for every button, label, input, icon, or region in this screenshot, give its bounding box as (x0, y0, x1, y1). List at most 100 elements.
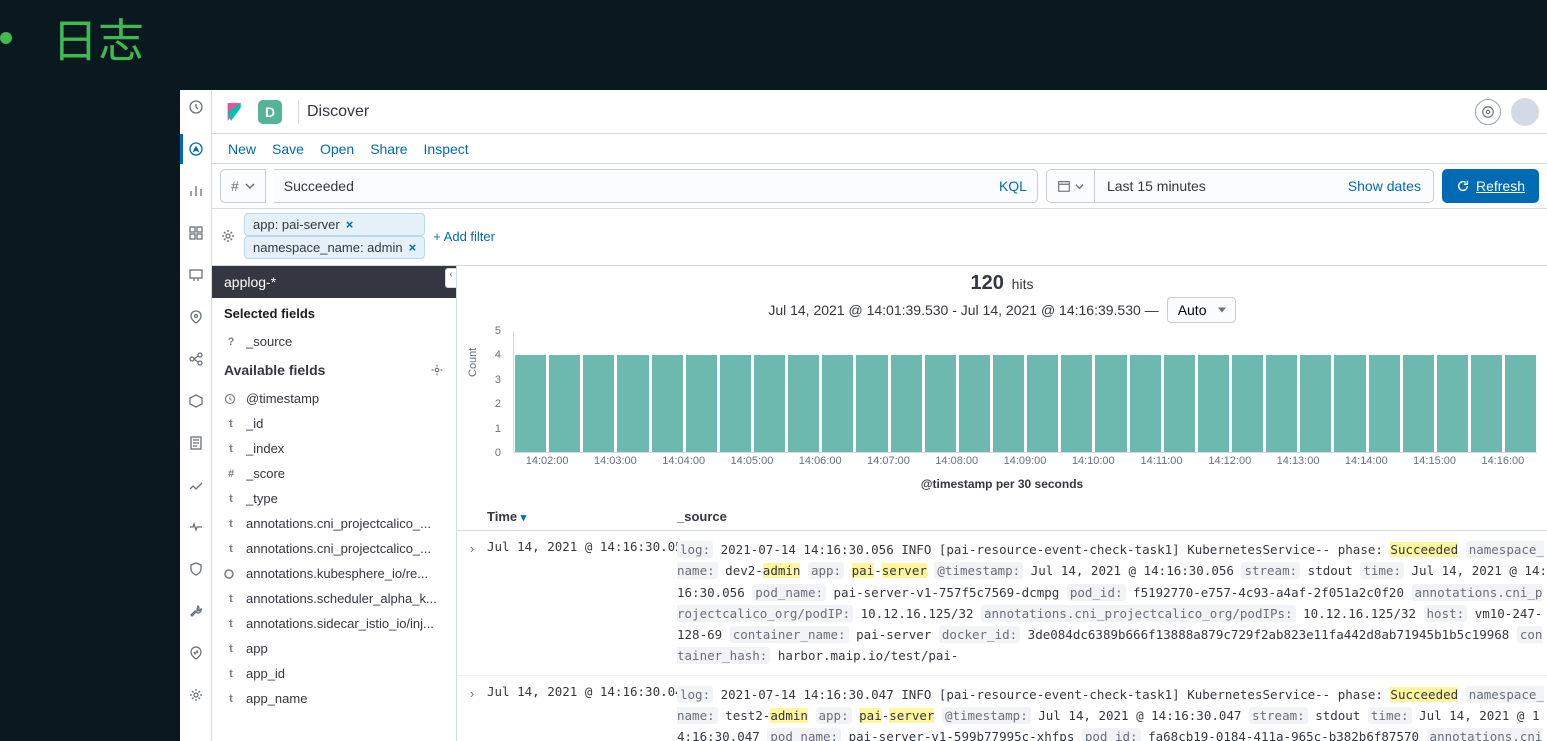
fields-settings-icon[interactable] (430, 363, 444, 377)
menu-open[interactable]: Open (320, 141, 354, 157)
ml-icon[interactable] (187, 350, 205, 368)
devtools-icon[interactable] (187, 602, 205, 620)
query-input[interactable]: Succeeded KQL (274, 169, 1038, 203)
field-item[interactable]: tannotations.cni_projectcalico_... (212, 511, 456, 536)
date-range-text: Last 15 minutes (1107, 178, 1206, 194)
field-name: app_id (246, 666, 285, 681)
field-item[interactable]: t_type (212, 486, 456, 511)
chart-bar[interactable] (925, 355, 956, 452)
show-dates-link[interactable]: Show dates (1348, 178, 1421, 194)
collapse-panel-button[interactable]: ‹ (445, 268, 457, 288)
chart-bar[interactable] (720, 355, 751, 452)
dashboard-icon[interactable] (187, 224, 205, 242)
maps-icon[interactable] (187, 308, 205, 326)
siem-icon[interactable] (187, 560, 205, 578)
menu-new[interactable]: New (228, 141, 256, 157)
canvas-icon[interactable] (187, 266, 205, 284)
chart-bar[interactable] (583, 355, 614, 452)
menu-save[interactable]: Save (272, 141, 304, 157)
chart-bar[interactable] (1369, 355, 1400, 452)
chart-bar[interactable] (1232, 355, 1263, 452)
refresh-button[interactable]: Refresh (1442, 169, 1539, 203)
query-language-select[interactable]: # (220, 169, 266, 203)
field-item[interactable]: tannotations.sidecar_istio_io/inj... (212, 611, 456, 636)
logs-icon[interactable] (187, 434, 205, 452)
monitoring-icon[interactable] (187, 644, 205, 662)
chart-bar[interactable] (1505, 355, 1536, 452)
field-item[interactable]: tapp (212, 636, 456, 661)
index-pattern-select[interactable]: applog-* (212, 266, 456, 298)
chart-bar[interactable] (1471, 355, 1502, 452)
space-badge[interactable]: D (258, 100, 282, 124)
kibana-frame: D Discover NewSaveOpenShareInspect # Suc… (180, 90, 1547, 741)
chart-bar[interactable] (1095, 355, 1126, 452)
field-item[interactable]: t_index (212, 436, 456, 461)
remove-filter-icon[interactable]: × (346, 217, 354, 232)
chart-bar[interactable] (891, 355, 922, 452)
recent-icon[interactable] (187, 98, 205, 116)
histogram-chart[interactable]: Count 012345 14:02:0014:03:0014:04:0014:… (477, 331, 1537, 471)
chart-bar[interactable] (1130, 355, 1161, 452)
chart-bar[interactable] (993, 355, 1024, 452)
uptime-icon[interactable] (187, 518, 205, 536)
newsfeed-icon[interactable] (1475, 99, 1501, 125)
field-item[interactable]: tannotations.scheduler_alpha_k... (212, 586, 456, 611)
chart-bar[interactable] (1403, 355, 1434, 452)
menu-inspect[interactable]: Inspect (424, 141, 469, 157)
chart-bar[interactable] (1164, 355, 1195, 452)
kibana-logo[interactable] (226, 103, 244, 121)
apm-icon[interactable] (187, 476, 205, 494)
management-icon[interactable] (187, 686, 205, 704)
field-item[interactable]: t_id (212, 411, 456, 436)
chart-bar[interactable] (1198, 355, 1229, 452)
discover-icon[interactable] (187, 140, 205, 158)
menu-share[interactable]: Share (370, 141, 407, 157)
chart-bar[interactable] (822, 355, 853, 452)
field-name: annotations.sidecar_istio_io/inj... (246, 616, 434, 631)
chart-bar[interactable] (1266, 355, 1297, 452)
field-item[interactable]: tapp_id (212, 661, 456, 686)
remove-filter-icon[interactable]: × (409, 240, 417, 255)
filter-pill[interactable]: app: pai-server× (244, 213, 425, 236)
chart-bar[interactable] (1061, 355, 1092, 452)
expand-row-button[interactable]: › (457, 684, 487, 701)
filter-settings-icon[interactable] (220, 228, 236, 244)
kql-label[interactable]: KQL (999, 178, 1027, 194)
chart-bar[interactable] (549, 355, 580, 452)
user-avatar[interactable] (1511, 98, 1539, 126)
chart-bar[interactable] (1300, 355, 1331, 452)
field-item[interactable]: annotations.kubesphere_io/re... (212, 561, 456, 586)
field-name: app_name (246, 691, 307, 706)
chart-bar[interactable] (617, 355, 648, 452)
field-item[interactable]: @timestamp (212, 386, 456, 411)
metrics-icon[interactable] (187, 392, 205, 410)
col-source-header[interactable]: _source (677, 509, 1547, 524)
chart-bar[interactable] (1437, 355, 1468, 452)
expand-row-button[interactable]: › (457, 539, 487, 556)
field-type-icon (224, 393, 238, 405)
col-time-header[interactable]: Time ▾ (487, 509, 677, 524)
interval-select-wrap: Auto (1167, 297, 1236, 323)
chart-bar[interactable] (515, 355, 546, 452)
add-filter-link[interactable]: + Add filter (433, 229, 495, 244)
chart-bar[interactable] (754, 355, 785, 452)
chart-bar[interactable] (652, 355, 683, 452)
chart-bar[interactable] (1027, 355, 1058, 452)
field-item[interactable]: tapp_name (212, 686, 456, 711)
chart-bar[interactable] (788, 355, 819, 452)
chart-bar[interactable] (686, 355, 717, 452)
field-type-icon: t (224, 493, 238, 505)
filter-pill[interactable]: namespace_name: admin× (244, 236, 425, 259)
calendar-button[interactable] (1046, 169, 1094, 203)
visualize-icon[interactable] (187, 182, 205, 200)
table-header: Time ▾ _source (457, 503, 1547, 531)
chart-bar[interactable] (856, 355, 887, 452)
field-item[interactable]: #_score (212, 461, 456, 486)
chart-bar[interactable] (959, 355, 990, 452)
chart-bar[interactable] (1334, 355, 1365, 452)
field-item[interactable]: tannotations.cni_projectcalico_... (212, 536, 456, 561)
interval-select[interactable]: Auto (1167, 297, 1236, 323)
field-item[interactable]: ?_source (212, 329, 456, 354)
date-display[interactable]: Last 15 minutes Show dates (1094, 169, 1434, 203)
body: ‹ applog-* Selected fields ?_source Avai… (212, 266, 1547, 741)
